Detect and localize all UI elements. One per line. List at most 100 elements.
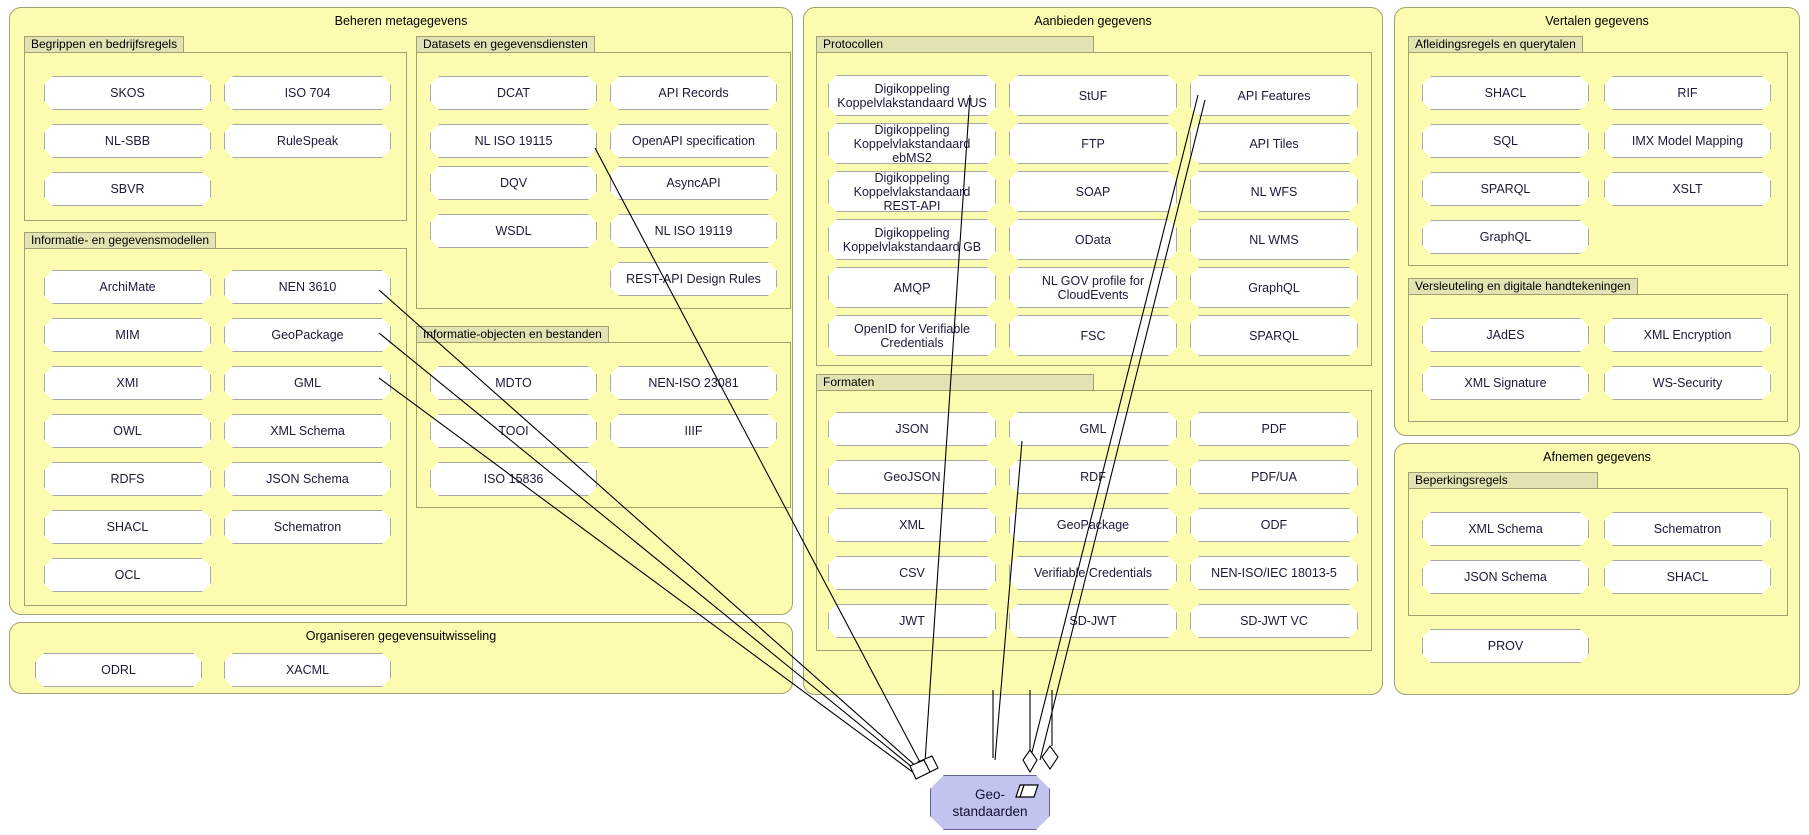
- node-sql[interactable]: SQL: [1422, 124, 1589, 158]
- node-xmi[interactable]: XMI: [44, 366, 211, 400]
- node-gml[interactable]: GML: [224, 366, 391, 400]
- node-digikoppeling-rest-api[interactable]: Digikoppeling Koppelvlakstandaard REST-A…: [828, 171, 996, 212]
- group-title-afnemen: Afnemen gegevens: [1543, 450, 1651, 464]
- node-asyncapi[interactable]: AsyncAPI: [610, 166, 777, 200]
- node-amqp[interactable]: AMQP: [828, 267, 996, 308]
- node-xml-schema[interactable]: XML Schema: [224, 414, 391, 448]
- node-dqv[interactable]: DQV: [430, 166, 597, 200]
- node-mim[interactable]: MIM: [44, 318, 211, 352]
- node-nl-iso-19119[interactable]: NL ISO 19119: [610, 214, 777, 248]
- node-openid-for-verifiable-credentials[interactable]: OpenID for Verifiable Credentials: [828, 315, 996, 356]
- node-rulespeak[interactable]: RuleSpeak: [224, 124, 391, 158]
- group-vertalen-gegevens[interactable]: Vertalen gegevens Afleidingsregels en qu…: [1394, 7, 1800, 436]
- node-archimate[interactable]: ArchiMate: [44, 270, 211, 304]
- node-shacl[interactable]: SHACL: [44, 510, 211, 544]
- node-shacl-query[interactable]: SHACL: [1422, 76, 1589, 110]
- node-xml-schema-constraint[interactable]: XML Schema: [1422, 512, 1589, 546]
- node-nen-iso-iec-18013-5[interactable]: NEN-ISO/IEC 18013-5: [1190, 556, 1358, 590]
- group-aanbieden-gegevens[interactable]: Aanbieden gegevens Protocollen Digikoppe…: [803, 7, 1383, 695]
- node-rest-api-design-rules[interactable]: REST-API Design Rules: [610, 262, 777, 296]
- node-json-schema[interactable]: JSON Schema: [224, 462, 391, 496]
- node-schematron[interactable]: Schematron: [224, 510, 391, 544]
- node-jwt[interactable]: JWT: [828, 604, 996, 638]
- node-nl-wms[interactable]: NL WMS: [1190, 219, 1358, 260]
- node-geopackage[interactable]: GeoPackage: [224, 318, 391, 352]
- node-openapi-specification[interactable]: OpenAPI specification: [610, 124, 777, 158]
- node-ocl[interactable]: OCL: [44, 558, 211, 592]
- node-json[interactable]: JSON: [828, 412, 996, 446]
- node-sbvr[interactable]: SBVR: [44, 172, 211, 206]
- node-imx-model-mapping[interactable]: IMX Model Mapping: [1604, 124, 1771, 158]
- node-nl-wfs[interactable]: NL WFS: [1190, 171, 1358, 212]
- node-xml[interactable]: XML: [828, 508, 996, 542]
- node-tooi[interactable]: TOOI: [430, 414, 597, 448]
- node-jades[interactable]: JAdES: [1422, 318, 1589, 352]
- group-organiseren-gegevensuitwisseling[interactable]: Organiseren gegevensuitwisseling ODRL XA…: [9, 622, 793, 694]
- node-api-records[interactable]: API Records: [610, 76, 777, 110]
- node-schematron-constraint[interactable]: Schematron: [1604, 512, 1771, 546]
- node-prov[interactable]: PROV: [1422, 629, 1589, 663]
- node-odf[interactable]: ODF: [1190, 508, 1358, 542]
- node-shacl-constraint[interactable]: SHACL: [1604, 560, 1771, 594]
- node-xacml[interactable]: XACML: [224, 653, 391, 687]
- node-gml-format[interactable]: GML: [1009, 412, 1177, 446]
- subgroup-versleuteling-en-digitale-handtekeningen[interactable]: Versleuteling en digitale handtekeningen…: [1408, 278, 1788, 422]
- node-ws-security[interactable]: WS-Security: [1604, 366, 1771, 400]
- subgroup-protocollen[interactable]: Protocollen Digikoppeling Koppelvlakstan…: [816, 36, 1372, 366]
- node-iso-704[interactable]: ISO 704: [224, 76, 391, 110]
- focus-element-geo-standaarden[interactable]: Geo- standaarden: [930, 775, 1050, 830]
- node-api-features[interactable]: API Features: [1190, 75, 1358, 116]
- node-xml-signature[interactable]: XML Signature: [1422, 366, 1589, 400]
- node-sd-jwt[interactable]: SD-JWT: [1009, 604, 1177, 638]
- node-owl[interactable]: OWL: [44, 414, 211, 448]
- node-nen-3610[interactable]: NEN 3610: [224, 270, 391, 304]
- node-xslt[interactable]: XSLT: [1604, 172, 1771, 206]
- node-rif[interactable]: RIF: [1604, 76, 1771, 110]
- node-digikoppeling-wus[interactable]: Digikoppeling Koppelvlakstandaard WUS: [828, 75, 996, 116]
- node-wsdl[interactable]: WSDL: [430, 214, 597, 248]
- node-rdfs[interactable]: RDFS: [44, 462, 211, 496]
- node-iso-15836[interactable]: ISO 15836: [430, 462, 597, 496]
- node-pdf-ua[interactable]: PDF/UA: [1190, 460, 1358, 494]
- node-rdf[interactable]: RDF: [1009, 460, 1177, 494]
- subgroup-title-protocollen: Protocollen: [816, 36, 1094, 53]
- node-soap[interactable]: SOAP: [1009, 171, 1177, 212]
- group-beheren-metagegevens[interactable]: Beheren metagegevens Begrippen en bedrij…: [9, 7, 793, 615]
- node-mdto[interactable]: MDTO: [430, 366, 597, 400]
- node-fsc[interactable]: FSC: [1009, 315, 1177, 356]
- subgroup-afleidingsregels-en-querytalen[interactable]: Afleidingsregels en querytalen SHACL RIF…: [1408, 36, 1788, 266]
- subgroup-beperkingsregels[interactable]: Beperkingsregels XML Schema Schematron J…: [1408, 472, 1788, 616]
- node-dcat[interactable]: DCAT: [430, 76, 597, 110]
- node-odrl[interactable]: ODRL: [35, 653, 202, 687]
- subgroup-informatie-objecten-en-bestanden[interactable]: Informatie-objecten en bestanden MDTO NE…: [416, 326, 791, 508]
- node-geopackage-format[interactable]: GeoPackage: [1009, 508, 1177, 542]
- node-digikoppeling-ebms2[interactable]: Digikoppeling Koppelvlakstandaard ebMS2: [828, 123, 996, 164]
- node-nl-gov-profile-cloudevents[interactable]: NL GOV profile for CloudEvents: [1009, 267, 1177, 308]
- node-digikoppeling-gb[interactable]: Digikoppeling Koppelvlakstandaard GB: [828, 219, 996, 260]
- node-sparql-protocol[interactable]: SPARQL: [1190, 315, 1358, 356]
- node-ftp[interactable]: FTP: [1009, 123, 1177, 164]
- node-xml-encryption[interactable]: XML Encryption: [1604, 318, 1771, 352]
- subgroup-informatie-en-gegevensmodellen[interactable]: Informatie- en gegevensmodellen ArchiMat…: [24, 232, 407, 606]
- group-afnemen-gegevens[interactable]: Afnemen gegevens Beperkingsregels XML Sc…: [1394, 443, 1800, 695]
- node-graphql-protocol[interactable]: GraphQL: [1190, 267, 1358, 308]
- node-skos[interactable]: SKOS: [44, 76, 211, 110]
- node-sparql-query[interactable]: SPARQL: [1422, 172, 1589, 206]
- node-iiif[interactable]: IIIF: [610, 414, 777, 448]
- node-pdf[interactable]: PDF: [1190, 412, 1358, 446]
- node-sd-jwt-vc[interactable]: SD-JWT VC: [1190, 604, 1358, 638]
- node-nl-sbb[interactable]: NL-SBB: [44, 124, 211, 158]
- subgroup-begrippen-en-bedrijfsregels[interactable]: Begrippen en bedrijfsregels SKOS ISO 704…: [24, 36, 407, 221]
- node-json-schema-constraint[interactable]: JSON Schema: [1422, 560, 1589, 594]
- node-geojson[interactable]: GeoJSON: [828, 460, 996, 494]
- node-graphql-query[interactable]: GraphQL: [1422, 220, 1589, 254]
- node-nen-iso-23081[interactable]: NEN-ISO 23081: [610, 366, 777, 400]
- subgroup-formaten[interactable]: Formaten JSON GML PDF GeoJSON RDF PDF/UA…: [816, 374, 1372, 651]
- node-csv[interactable]: CSV: [828, 556, 996, 590]
- node-verifiable-credentials[interactable]: Verifiable Credentials: [1009, 556, 1177, 590]
- subgroup-datasets-en-gegevensdiensten[interactable]: Datasets en gegevensdiensten DCAT API Re…: [416, 36, 791, 309]
- node-nl-iso-19115[interactable]: NL ISO 19115: [430, 124, 597, 158]
- node-stuf[interactable]: StUF: [1009, 75, 1177, 116]
- node-odata[interactable]: OData: [1009, 219, 1177, 260]
- node-api-tiles[interactable]: API Tiles: [1190, 123, 1358, 164]
